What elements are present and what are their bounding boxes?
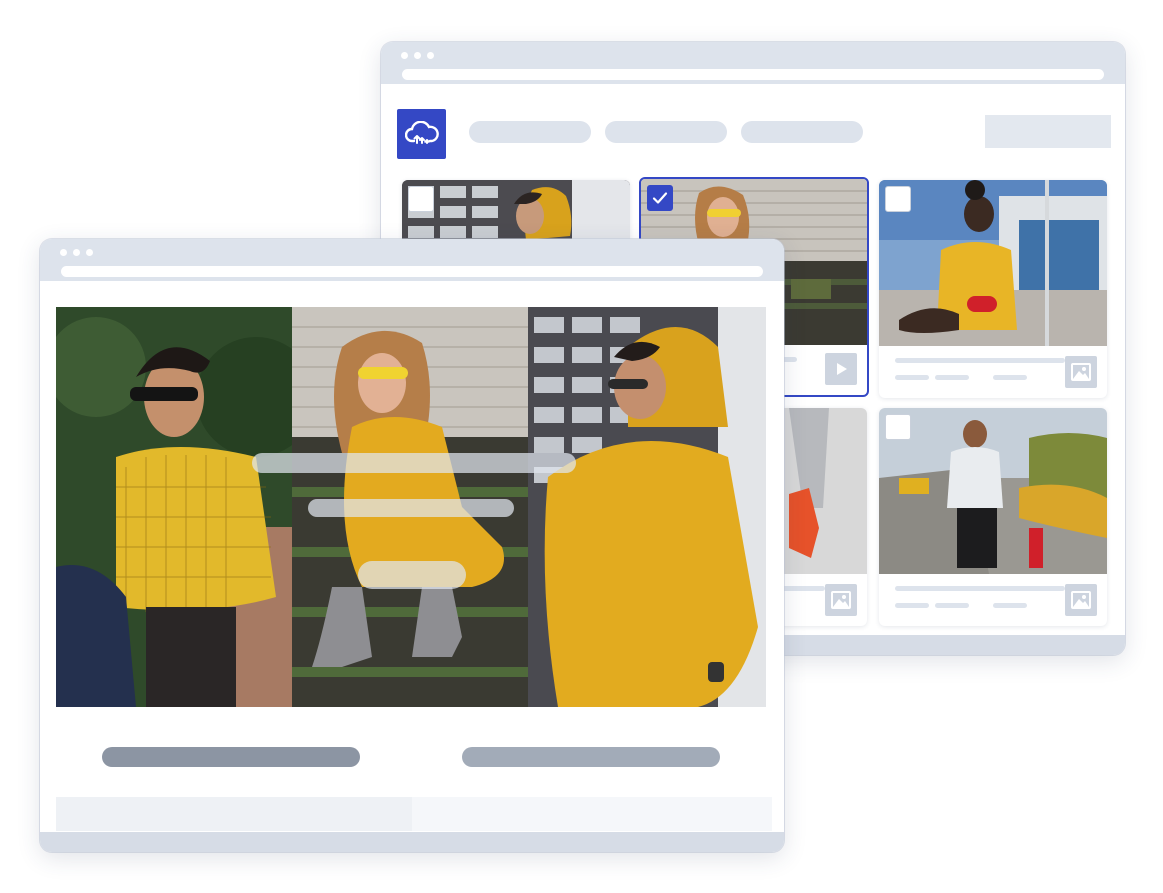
- window-dot: [414, 52, 421, 59]
- meta-line: [993, 375, 1027, 380]
- footer-block: [56, 797, 412, 831]
- media-thumbnail: [879, 408, 1107, 574]
- hero-panel: [56, 307, 292, 707]
- address-bar[interactable]: [402, 69, 1104, 80]
- window-dot: [73, 249, 80, 256]
- window-dot: [427, 52, 434, 59]
- checkmark-icon: [652, 192, 668, 204]
- media-card[interactable]: [879, 180, 1107, 398]
- meta-line: [895, 603, 929, 608]
- window-bottom-bar: [40, 832, 784, 852]
- overlay-button-placeholder[interactable]: [358, 561, 466, 589]
- browser-titlebar: [40, 239, 784, 281]
- image-icon: [831, 591, 851, 609]
- meta-line: [895, 586, 1065, 591]
- play-icon: [837, 363, 847, 375]
- hero-panel: [528, 307, 766, 707]
- nav-pill[interactable]: [741, 121, 863, 143]
- select-checkbox[interactable]: [885, 186, 911, 212]
- nav-pill[interactable]: [605, 121, 727, 143]
- select-checkbox[interactable]: [408, 186, 434, 212]
- caption-placeholder: [102, 747, 360, 767]
- media-card[interactable]: [879, 408, 1107, 626]
- meta-line: [895, 358, 1065, 363]
- window-dot: [60, 249, 67, 256]
- footer-block: [412, 797, 772, 831]
- image-icon: [1071, 363, 1091, 381]
- window-dots: [401, 52, 434, 59]
- meta-line: [895, 375, 929, 380]
- window-dot: [86, 249, 93, 256]
- address-bar[interactable]: [61, 266, 763, 277]
- overlay-text-placeholder: [308, 499, 514, 517]
- image-type-badge: [1065, 356, 1097, 388]
- meta-line: [935, 375, 969, 380]
- cloudinary-logo[interactable]: [397, 109, 446, 159]
- meta-line: [993, 603, 1027, 608]
- browser-titlebar: [381, 42, 1125, 84]
- nav-pill[interactable]: [469, 121, 591, 143]
- toolbar-button[interactable]: [985, 115, 1111, 148]
- meta-line: [935, 603, 969, 608]
- image-type-badge: [1065, 584, 1097, 616]
- window-dot: [401, 52, 408, 59]
- image-type-badge: [825, 584, 857, 616]
- caption-placeholder: [462, 747, 720, 767]
- cloud-upload-icon: [404, 121, 439, 144]
- video-type-badge: [825, 353, 857, 385]
- image-icon: [1071, 591, 1091, 609]
- select-checkbox[interactable]: [885, 414, 911, 440]
- window-dots: [60, 249, 93, 256]
- hero-image-strip: [56, 307, 766, 707]
- media-thumbnail: [879, 180, 1107, 346]
- overlay-text-placeholder: [252, 453, 576, 473]
- preview-window: [40, 239, 784, 852]
- select-checkbox-checked[interactable]: [647, 185, 673, 211]
